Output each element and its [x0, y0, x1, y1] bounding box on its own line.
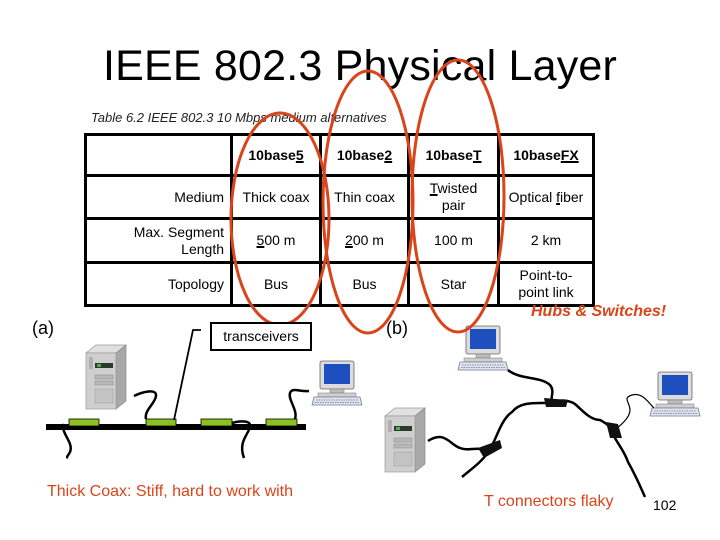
highlight-ellipse-10baseT	[410, 58, 506, 334]
transceiver	[145, 418, 177, 427]
highlight-ellipse-10base2	[321, 69, 415, 335]
desktop-computer-icon	[311, 360, 363, 406]
diagram-a-label: (a)	[32, 318, 54, 338]
drop-cable	[507, 368, 555, 404]
diagram-overlay	[46, 58, 701, 498]
diagram-b-thin-coax	[384, 325, 701, 498]
callout-leader-line	[173, 329, 201, 421]
t-connectors-note: T connectors flaky	[484, 493, 614, 510]
server-tower-icon	[384, 407, 426, 473]
server-tower-icon	[85, 344, 127, 410]
diagram-b-label: (b)	[386, 318, 408, 338]
thin-coax-cable	[427, 399, 647, 498]
diagram-a-bus	[46, 329, 363, 460]
page-number: 102	[653, 497, 677, 513]
transceivers-callout: transceivers	[210, 322, 312, 351]
transceiver	[265, 418, 298, 427]
hubs-switches-callout: Hubs & Switches!	[531, 303, 667, 320]
highlight-ellipses	[229, 58, 506, 335]
thick-coax-note: Thick Coax: Stiff, hard to work with	[47, 483, 294, 500]
highlight-ellipse-10base5	[229, 111, 331, 327]
transceiver	[200, 418, 233, 427]
t-connector-icon	[478, 440, 502, 458]
t-connector-icon	[606, 422, 622, 438]
transceiver	[68, 418, 100, 427]
drop-cable	[133, 390, 158, 420]
drop-cable	[288, 388, 310, 420]
desktop-computer-icon	[457, 325, 509, 371]
desktop-computer-icon	[649, 371, 701, 417]
